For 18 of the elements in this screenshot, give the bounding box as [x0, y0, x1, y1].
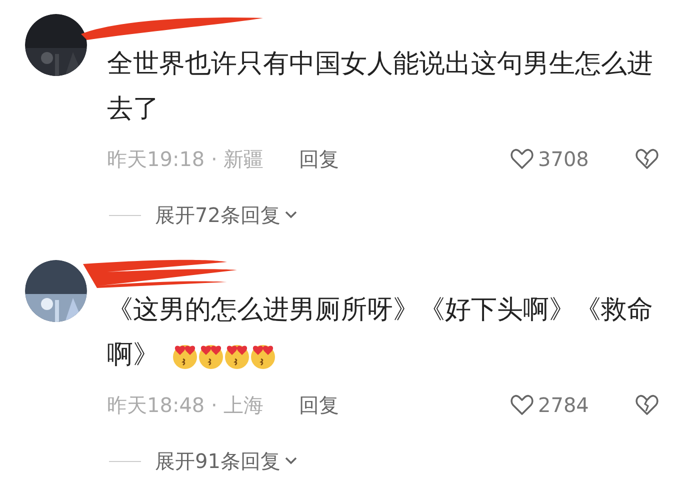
comment-text-line: 全世界也许只有中国女人能说出这句男生怎么进	[107, 48, 653, 81]
comment-time-location: 昨天19:18 · 新疆	[107, 146, 265, 173]
broken-heart-icon[interactable]	[635, 148, 659, 170]
broken-heart-icon[interactable]	[635, 394, 659, 416]
heart-icon[interactable]	[510, 394, 534, 416]
expand-replies-button[interactable]: 展开72条回复	[155, 200, 298, 230]
expand-replies-button[interactable]: 展开91条回复	[155, 446, 298, 476]
like-count: 3708	[538, 146, 589, 173]
reply-link[interactable]: 回复	[299, 390, 339, 420]
comment-text-line: 《这男的怎么进男厕所呀》《好下头啊》《救命	[107, 294, 653, 327]
chevron-down-icon	[284, 456, 298, 466]
comment-text-line: 啊》	[107, 339, 159, 372]
reply-link[interactable]: 回复	[299, 144, 339, 174]
like-count: 2784	[538, 392, 589, 419]
heart-icon[interactable]	[510, 148, 534, 170]
comment-text-line: 去了	[107, 93, 159, 126]
chevron-down-icon	[284, 210, 298, 220]
comment-time-location: 昨天18:48 · 上海	[107, 392, 265, 419]
